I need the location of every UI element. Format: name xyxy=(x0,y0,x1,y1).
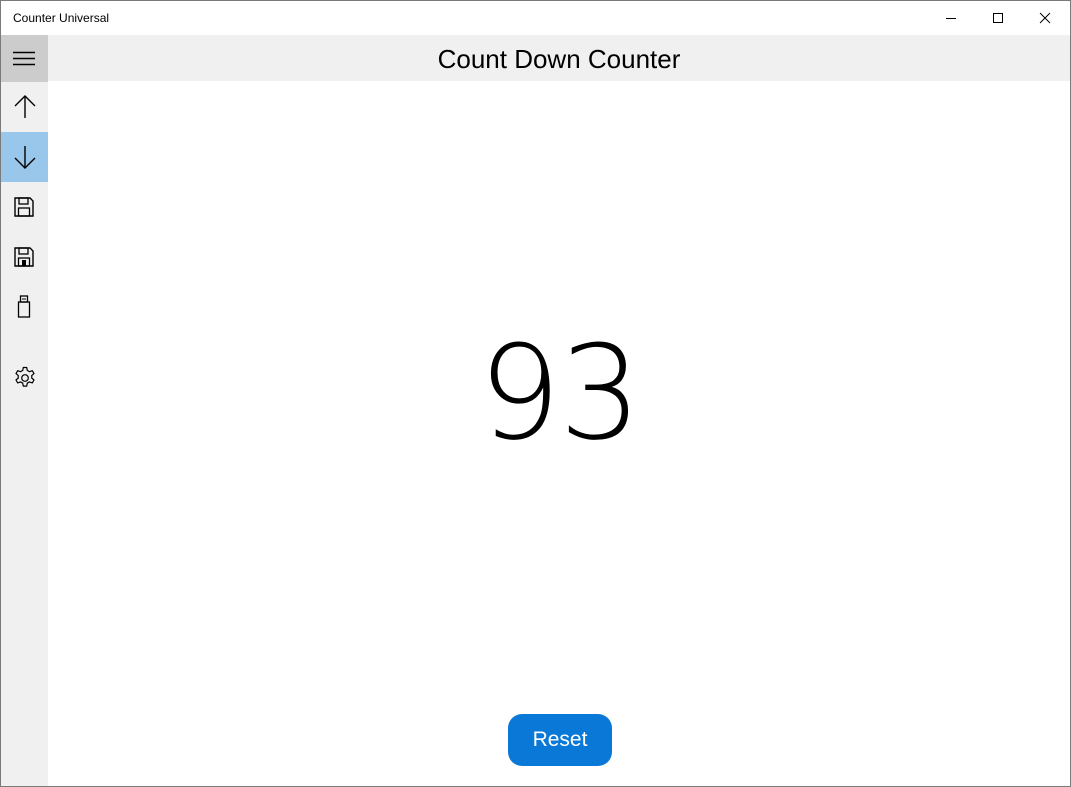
maximize-button[interactable] xyxy=(975,1,1021,35)
navigation-pane xyxy=(1,35,48,786)
hamburger-icon xyxy=(13,51,35,66)
gear-icon xyxy=(15,366,35,387)
arrow-down-icon xyxy=(14,146,36,169)
arrow-up-icon xyxy=(14,95,36,118)
nav-item-count-up[interactable] xyxy=(1,82,48,132)
counter-value: 93 xyxy=(478,317,641,469)
save-icon xyxy=(14,197,34,217)
close-icon xyxy=(1039,12,1051,24)
save-as-icon xyxy=(14,247,34,267)
title-bar[interactable]: Counter Universal xyxy=(1,1,1070,35)
minimize-icon xyxy=(946,18,956,19)
page-header: Count Down Counter xyxy=(48,35,1070,81)
usb-drive-icon xyxy=(17,295,31,318)
app-title: Counter Universal xyxy=(13,11,110,25)
menu-toggle-button[interactable] xyxy=(1,35,48,82)
nav-item-save[interactable] xyxy=(1,182,48,232)
page-title: Count Down Counter xyxy=(437,44,681,74)
nav-item-count-down[interactable] xyxy=(1,132,48,182)
nav-item-settings[interactable] xyxy=(1,353,48,403)
maximize-icon xyxy=(993,13,1003,23)
minimize-button[interactable] xyxy=(928,1,974,35)
nav-item-usb[interactable] xyxy=(1,282,48,332)
app-window: Counter Universal Count Down Counter 93 … xyxy=(0,0,1071,787)
close-button[interactable] xyxy=(1022,1,1068,35)
nav-item-save-as[interactable] xyxy=(1,232,48,282)
reset-button[interactable]: Reset xyxy=(508,714,612,766)
